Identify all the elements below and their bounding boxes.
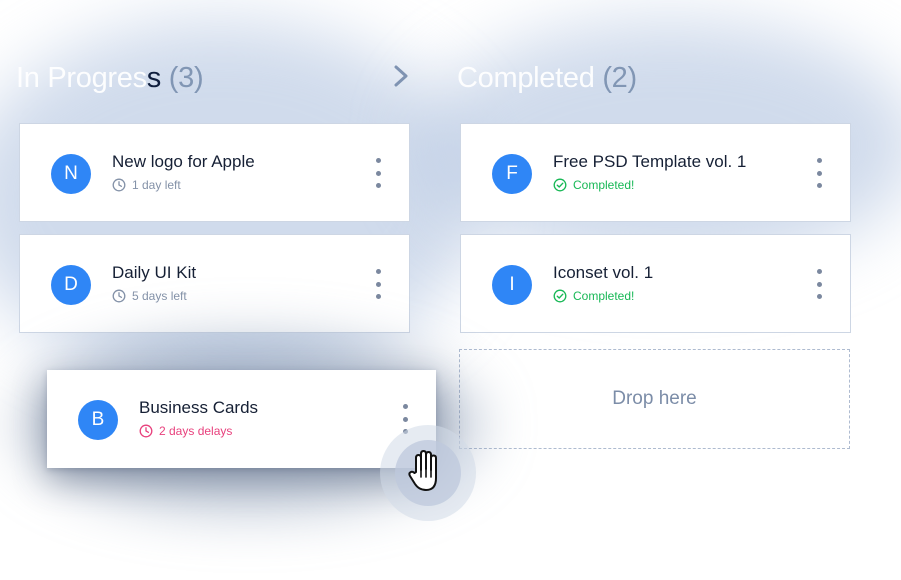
avatar: N [51, 154, 91, 194]
task-status: Completed! [553, 289, 634, 303]
more-vertical-icon[interactable] [375, 269, 381, 299]
task-card[interactable]: D Daily UI Kit 5 days left [19, 234, 410, 333]
column-title-in-progress: In Progress (3) [16, 62, 204, 94]
clock-icon [112, 289, 126, 303]
column-title-completed: Completed (2) [457, 62, 637, 94]
task-card[interactable]: F Free PSD Template vol. 1 Completed! [460, 123, 851, 222]
check-circle-icon [553, 289, 567, 303]
task-title: Business Cards [139, 398, 259, 417]
dragging-task-card[interactable]: B Business Cards 2 days delays [47, 370, 436, 468]
column-count: (2) [602, 62, 637, 94]
task-card[interactable]: I Iconset vol. 1 Completed! [460, 234, 851, 333]
more-vertical-icon[interactable] [375, 158, 381, 188]
clock-icon [112, 178, 126, 192]
task-card[interactable]: N New logo for Apple 1 day left [19, 123, 410, 222]
avatar: D [51, 265, 91, 305]
column-count: (3) [168, 62, 204, 94]
task-title: Daily UI Kit [112, 263, 197, 282]
task-due: 1 day left [112, 178, 181, 192]
more-vertical-icon[interactable] [816, 158, 822, 188]
task-status: Completed! [553, 178, 634, 192]
task-title: New logo for Apple [112, 152, 255, 171]
drop-zone[interactable]: Drop here [459, 349, 850, 449]
avatar: I [492, 265, 532, 305]
task-due: 5 days left [112, 289, 187, 303]
avatar: F [492, 154, 532, 194]
chevron-right-icon[interactable] [390, 62, 412, 90]
task-due: 2 days delays [139, 424, 232, 438]
more-vertical-icon[interactable] [816, 269, 822, 299]
hand-grab-icon [408, 450, 437, 491]
task-title: Free PSD Template vol. 1 [553, 152, 747, 171]
drop-zone-label: Drop here [612, 388, 697, 409]
check-circle-icon [553, 178, 567, 192]
avatar: B [78, 400, 118, 440]
clock-icon [139, 424, 153, 438]
task-title: Iconset vol. 1 [553, 263, 654, 282]
